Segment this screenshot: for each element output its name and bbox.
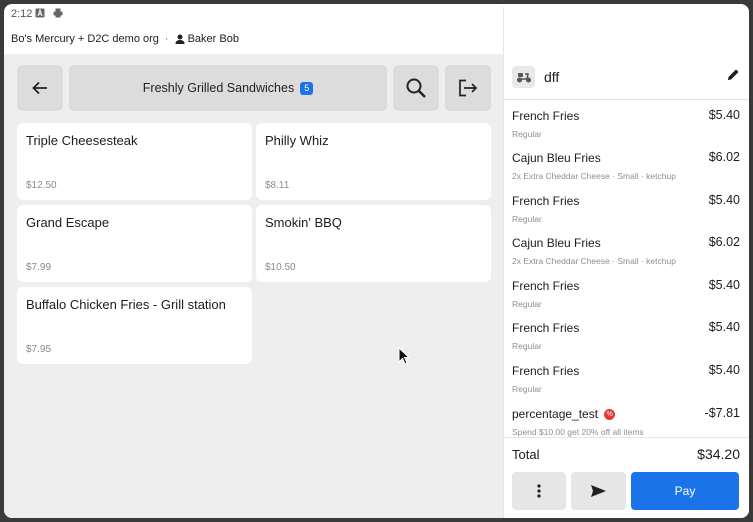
user-name: Baker Bob (187, 33, 239, 45)
line-modifiers: Regular (512, 384, 542, 394)
discount-description: Spend $10.00 get 20% off all items (512, 427, 644, 437)
ticket-line[interactable]: French Fries $5.40 Regular (504, 101, 749, 143)
ticket-line[interactable]: Cajun Bleu Fries $6.02 2x Extra Cheddar … (504, 143, 749, 185)
search-icon (406, 78, 426, 98)
product-panel: Freshly Grilled Sandwiches 5 Triple Chee… (4, 54, 503, 518)
notification-a-icon (35, 8, 45, 18)
ticket-name: dff (544, 69, 560, 85)
product-name: Smokin' BBQ (265, 215, 342, 230)
ticket-line[interactable]: Cajun Bleu Fries $6.02 2x Extra Cheddar … (504, 228, 749, 270)
category-count-badge: 5 (300, 81, 314, 95)
current-user[interactable]: Baker Bob (175, 33, 239, 45)
line-price: $6.02 (708, 235, 740, 249)
device-screen: 2:12 Bo's Mercury + D2C demo org · Baker… (4, 4, 749, 518)
ticket-line-list[interactable]: French Fries $5.40 Regular Cajun Bleu Fr… (504, 101, 749, 437)
product-name: Buffalo Chicken Fries - Grill station (26, 297, 226, 312)
search-button[interactable] (393, 65, 439, 111)
status-time: 2:12 (11, 8, 33, 20)
product-price: $10.50 (265, 262, 296, 273)
arrow-left-icon (32, 81, 47, 95)
more-vertical-icon (537, 484, 541, 498)
send-icon (591, 485, 606, 497)
ticket-line[interactable]: French Fries $5.40 Regular (504, 271, 749, 313)
discount-name: percentage_test (512, 407, 599, 421)
ticket-type-button[interactable] (512, 66, 535, 88)
scooter-icon (516, 73, 531, 83)
line-name: French Fries (512, 194, 580, 208)
total-value: $34.20 (697, 446, 740, 462)
product-price: $8.11 (265, 180, 290, 191)
ticket-line[interactable]: French Fries $5.40 Regular (504, 313, 749, 355)
product-card[interactable]: Triple Cheesesteak $12.50 (17, 123, 252, 200)
ticket-total: Total $34.20 (504, 437, 749, 467)
mouse-cursor-icon (398, 347, 410, 365)
ticket-line[interactable]: French Fries $5.40 Regular (504, 186, 749, 228)
print-icon (53, 8, 63, 18)
product-price: $12.50 (26, 180, 57, 191)
ticket-line[interactable]: French Fries $5.40 Regular (504, 356, 749, 398)
back-button[interactable] (17, 65, 63, 111)
more-options-button[interactable] (512, 472, 566, 510)
line-modifiers: Regular (512, 341, 542, 351)
line-price: $6.02 (708, 150, 740, 164)
category-label: Freshly Grilled Sandwiches (142, 81, 295, 95)
edit-pencil-icon[interactable] (727, 68, 740, 81)
line-modifiers: 2x Extra Cheddar Cheese · Small · ketchu… (512, 256, 676, 266)
discount-icon: % (604, 409, 616, 421)
exit-button[interactable] (445, 65, 491, 111)
ticket-header: dff (504, 54, 749, 100)
send-button[interactable] (571, 472, 626, 510)
line-name: Cajun Bleu Fries (512, 151, 601, 165)
line-name: French Fries (512, 364, 580, 378)
line-price: $5.40 (708, 108, 740, 122)
line-price: $5.40 (708, 193, 740, 207)
logout-icon (459, 79, 478, 97)
org-bar: Bo's Mercury + D2C demo org · Baker Bob (4, 24, 749, 54)
discount-name-row: percentage_test% (512, 407, 616, 421)
person-icon (175, 34, 185, 44)
org-separator: · (164, 33, 169, 45)
discount-line[interactable]: percentage_test% -$7.81 Spend $10.00 get… (504, 399, 749, 437)
line-price: $5.40 (708, 278, 740, 292)
discount-amount: -$7.81 (704, 406, 740, 420)
product-card[interactable]: Buffalo Chicken Fries - Grill station $7… (17, 287, 252, 364)
total-label: Total (512, 447, 540, 462)
product-name: Grand Escape (26, 215, 110, 230)
line-name: Cajun Bleu Fries (512, 236, 601, 250)
product-card[interactable]: Grand Escape $7.99 (17, 205, 252, 282)
line-price: $5.40 (708, 363, 740, 377)
product-card[interactable]: Philly Whiz $8.11 (256, 123, 491, 200)
org-name: Bo's Mercury + D2C demo org (11, 33, 159, 45)
line-name: French Fries (512, 109, 580, 123)
line-name: French Fries (512, 279, 580, 293)
line-price: $5.40 (708, 320, 740, 334)
status-bar: 2:12 (4, 4, 749, 471)
line-modifiers: Regular (512, 129, 542, 139)
ticket-actions: Pay (504, 472, 749, 512)
line-name: French Fries (512, 321, 580, 335)
product-card[interactable]: Smokin' BBQ $10.50 (256, 205, 491, 282)
line-modifiers: 2x Extra Cheddar Cheese · Small · ketchu… (512, 171, 676, 181)
pay-button[interactable]: Pay (631, 472, 739, 510)
product-price: $7.99 (26, 262, 52, 273)
product-price: $7.95 (26, 344, 52, 355)
line-modifiers: Regular (512, 299, 542, 309)
line-modifiers: Regular (512, 214, 542, 224)
product-name: Triple Cheesesteak (26, 133, 138, 148)
category-selector[interactable]: Freshly Grilled Sandwiches 5 (69, 65, 387, 111)
product-name: Philly Whiz (265, 133, 329, 148)
ticket-panel: dff French Fries $5.40 Regular Cajun Ble… (503, 54, 749, 518)
